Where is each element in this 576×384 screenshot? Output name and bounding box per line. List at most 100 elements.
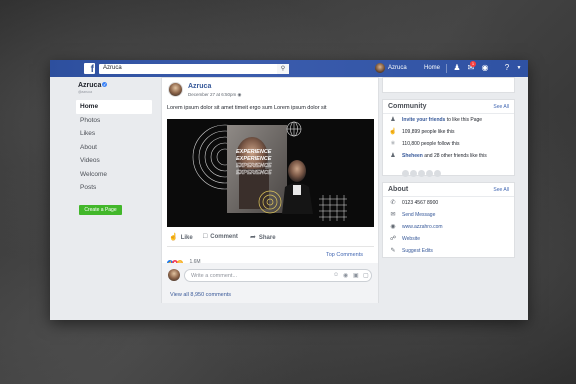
website-link[interactable]: Website: [402, 236, 420, 242]
community-card: Community See All ♟ Invite your friends …: [382, 99, 515, 177]
website-url-link[interactable]: www.azzahro.com: [402, 224, 443, 230]
community-title: Community: [388, 103, 427, 110]
nav-item-about[interactable]: About: [76, 141, 152, 155]
comment-input[interactable]: Write a comment... ☺ ◉ ▣ ▢: [184, 269, 372, 282]
post-text: Lorem ipsum dolor sit amet timeit ergo s…: [167, 105, 327, 111]
overlay-word-4: EXPERIENCE: [236, 170, 272, 176]
emoji-icon[interactable]: ☺: [333, 272, 339, 278]
nav-item-videos[interactable]: Videos: [76, 154, 152, 168]
phone-number: 0123 4567 8900: [402, 200, 439, 206]
send-message-row[interactable]: ✉ Send Message: [383, 209, 514, 221]
help-icon[interactable]: ?: [502, 63, 512, 73]
top-navigation-bar: f Azruca ⚲ Azruca Home ♟ ✉ 1 ◉ ? ▼: [50, 60, 528, 77]
overlay-word-1: EXPERIENCE: [236, 149, 272, 155]
home-link[interactable]: Home: [424, 65, 440, 71]
comment-placeholder: Write a comment...: [191, 273, 238, 279]
share-button[interactable]: ➦ Share: [250, 233, 276, 241]
friend-avatar[interactable]: [418, 170, 425, 177]
like-icon: ☝: [389, 129, 397, 135]
friend-avatar[interactable]: [410, 170, 417, 177]
friends-icon: ♟: [390, 153, 396, 159]
right-sidebar: Community See All ♟ Invite your friends …: [382, 77, 515, 264]
like-icon: ☝: [169, 234, 178, 241]
invite-icon: ♟: [390, 117, 396, 123]
suggest-edits-link[interactable]: Suggest Edits: [402, 248, 433, 254]
post-author-avatar[interactable]: [168, 82, 183, 97]
facebook-page-mockup: f Azruca ⚲ Azruca Home ♟ ✉ 1 ◉ ? ▼ Azruc…: [50, 60, 528, 320]
search-icon[interactable]: ⚲: [277, 64, 289, 74]
create-page-button[interactable]: Create a Page: [79, 205, 122, 215]
phone-row[interactable]: ✆ 0123 4567 8900: [383, 197, 514, 209]
invite-text: Invite your friends to like this Page: [402, 117, 482, 123]
post-image[interactable]: EXPERIENCE EXPERIENCE EXPERIENCE EXPERIE…: [167, 119, 374, 227]
nav-item-home[interactable]: Home: [76, 100, 152, 114]
follows-count-text: 110,800 people follow this: [402, 141, 460, 147]
divider: [167, 246, 374, 247]
nav-item-photos[interactable]: Photos: [76, 114, 152, 128]
friend-name-link[interactable]: Sheheen: [402, 153, 423, 159]
about-see-all-link[interactable]: See All: [493, 187, 509, 193]
left-navigation: Home Photos Likes About Videos Welcome P…: [76, 100, 152, 195]
invite-link[interactable]: Invite your friends: [402, 117, 445, 123]
share-label: Share: [258, 235, 276, 241]
about-header: About See All: [383, 183, 514, 197]
verified-icon: ✓: [102, 82, 108, 87]
globe-icon: ◉: [390, 224, 396, 230]
comment-button[interactable]: □ Comment: [203, 233, 238, 240]
nav-divider: [446, 64, 447, 73]
like-button[interactable]: ☝ Like: [169, 233, 193, 241]
search-input[interactable]: Azruca ⚲: [99, 64, 289, 74]
community-header: Community See All: [383, 100, 514, 114]
nav-item-posts[interactable]: Posts: [76, 181, 152, 195]
post-actions: ☝ Like □ Comment ➦ Share: [167, 231, 374, 245]
follow-icon: ⚛: [390, 141, 396, 147]
messenger-icon: ✉: [390, 212, 396, 218]
likes-row: ☝ 109,899 people like this: [383, 126, 514, 138]
top-username[interactable]: Azruca: [388, 65, 407, 71]
friends-like-text: Sheheen and 28 other friends like this: [402, 153, 487, 159]
view-all-comments-link[interactable]: View all 8,950 comments: [170, 292, 231, 298]
invite-friends-row[interactable]: ♟ Invite your friends to like this Page: [383, 114, 514, 126]
top-comments-filter[interactable]: Top Comments: [326, 252, 363, 258]
reaction-summary[interactable]: ☝♥☺ 1.6M: [167, 251, 201, 266]
friend-avatar[interactable]: [434, 170, 441, 177]
phone-icon: ✆: [390, 200, 396, 206]
commenter-avatar: [168, 269, 180, 281]
suggest-edits-row[interactable]: ✎ Suggest Edits: [383, 245, 514, 257]
top-card: [382, 77, 515, 93]
friend-avatar[interactable]: [426, 170, 433, 177]
website-icon: ☍: [389, 236, 397, 242]
user-avatar[interactable]: [375, 63, 385, 73]
sticker-icon[interactable]: ▢: [363, 272, 369, 279]
friend-avatars: [402, 164, 442, 182]
post-image-graphic: EXPERIENCE EXPERIENCE EXPERIENCE EXPERIE…: [167, 119, 374, 227]
send-message-link[interactable]: Send Message: [402, 212, 435, 218]
friends-icon[interactable]: ♟: [452, 63, 462, 73]
invite-rest: to like this Page: [445, 117, 483, 123]
facebook-logo-icon[interactable]: f: [84, 63, 95, 74]
about-card: About See All ✆ 0123 4567 8900 ✉ Send Me…: [382, 182, 515, 258]
nav-item-welcome[interactable]: Welcome: [76, 168, 152, 182]
about-title: About: [388, 186, 409, 193]
likes-count-text: 109,899 people like this: [402, 129, 455, 135]
overlay-word-3: EXPERIENCE: [236, 163, 272, 169]
page-name[interactable]: Azruca ✓: [78, 82, 108, 89]
page-name-text: Azruca: [78, 82, 102, 89]
comment-icon: □: [203, 233, 208, 240]
website-url-row[interactable]: ◉ www.azzahro.com: [383, 221, 514, 233]
search-value: Azruca: [103, 65, 122, 71]
comment-section: Write a comment... ☺ ◉ ▣ ▢ View all 8,95…: [162, 263, 378, 303]
post-author-name[interactable]: Azruca: [188, 83, 211, 90]
globe-icon[interactable]: ◉: [480, 63, 490, 73]
friend-avatar[interactable]: [402, 170, 409, 177]
caret-down-icon[interactable]: ▼: [514, 63, 524, 73]
friends-rest: and 28 other friends like this: [422, 153, 487, 159]
community-see-all-link[interactable]: See All: [493, 104, 509, 110]
overlay-word-2: EXPERIENCE: [236, 156, 272, 162]
gif-icon[interactable]: ▣: [353, 272, 359, 279]
post-date[interactable]: December 27 at 6:50pm ◉: [188, 92, 241, 98]
nav-item-likes[interactable]: Likes: [76, 127, 152, 141]
share-icon: ➦: [250, 234, 256, 241]
camera-icon[interactable]: ◉: [343, 272, 348, 279]
website-row[interactable]: ☍ Website: [383, 233, 514, 245]
